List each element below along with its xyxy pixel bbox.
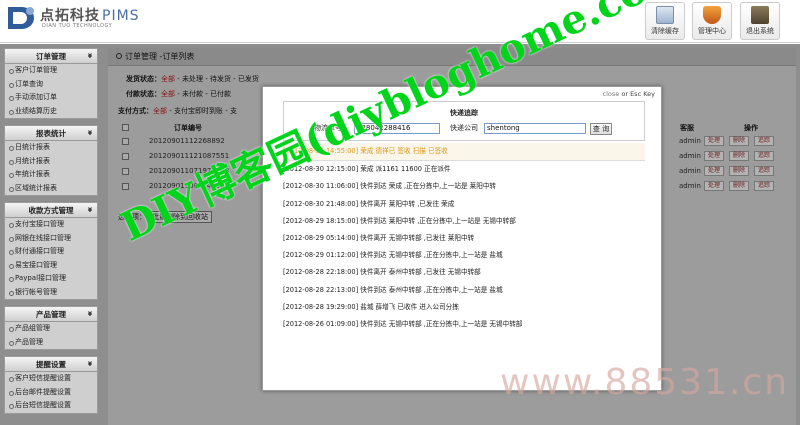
sidebar-group-products: 产品管理 ¥ 产品组管理 产品管理 [4,306,98,350]
sidebar-item[interactable]: 产品管理 [5,336,97,350]
list-item: [2012-08-30 14:55:00] 荣成 德祥已 签收 扫描 已签收 [283,143,645,161]
process-button[interactable]: 处理 [704,151,724,161]
sidebar-item[interactable]: 财付通接口管理 [5,245,97,259]
query-button[interactable]: 查 询 [590,123,612,135]
app-header: 点拓科技 PIMS DIAN TUO TECHNOLOGY 清除缓存 管理中心 退… [0,0,800,43]
chevron-down-icon: ¥ [87,207,92,214]
chevron-down-icon: ¥ [87,53,92,60]
sidebar-item[interactable]: 支付宝接口管理 [5,218,97,232]
batch-actions: 选中项： 批量删除到回收站 [118,211,212,223]
row-checkbox[interactable] [122,168,129,175]
list-item: [2012-08-28 19:29:00] 盐城 薛增飞 已收件 进入公司分拣 [283,302,459,311]
batch-delete-button[interactable]: 批量删除到回收站 [148,211,212,223]
sidebar-item[interactable]: 产品组管理 [5,322,97,336]
sidebar-item[interactable]: 银行帐号管理 [5,286,97,300]
admin-center-button[interactable]: 管理中心 [692,2,732,40]
cache-clear-icon [656,6,674,24]
process-button[interactable]: 处理 [704,181,724,191]
sidebar-item[interactable]: 后台短信提醒设置 [5,399,97,413]
sidebar-item[interactable]: 订单查询 [5,78,97,92]
filter-all-link[interactable]: 全部 [161,75,175,83]
list-item: [2012-08-28 22:18:00] 快件离开 泰州中转部 ,已发往 无锡… [283,268,481,277]
delete-button[interactable]: 删除 [729,151,749,161]
sidebar-item[interactable]: 年统计报表 [5,168,97,182]
page-title: 订单管理 -订单列表 [108,48,796,66]
delete-button[interactable]: 删除 [729,166,749,176]
filter-payment-method: 支付方式：全部 - 支付宝即时到账 - 支 [118,107,237,115]
track-button[interactable]: 追踪 [754,166,774,176]
order-number-label: 物流单号： [314,124,349,132]
sidebar-item[interactable]: Paypal接口管理 [5,272,97,286]
list-item: [2012-08-30 12:15:00] 荣成 派1161 11600 正在派… [283,165,451,174]
sidebar-item[interactable]: 日统计报表 [5,141,97,155]
delete-button[interactable]: 删除 [729,136,749,146]
sidebar-item[interactable]: 手动添加订单 [5,91,97,105]
filter-all-link[interactable]: 全部 [161,90,175,98]
chevron-down-icon: ¥ [87,311,92,318]
logout-button[interactable]: 退出系统 [740,2,780,40]
list-item: [2012-08-29 18:15:00] 快件到达 莱阳中转 ,正在分拣中,上… [283,216,516,225]
select-all-checkbox[interactable] [122,124,129,131]
app-title: 点拓科技 PIMS [40,8,140,24]
sidebar-item[interactable]: 客户订单管理 [5,64,97,78]
chevron-down-icon: ¥ [87,130,92,137]
courier-input[interactable]: shentong [484,123,586,134]
track-button[interactable]: 追踪 [754,136,774,146]
delete-button[interactable]: 删除 [729,181,749,191]
shield-icon [703,6,721,24]
filter-payment-status: 付款状态：全部 - 未付款 - 已付款 [126,90,231,98]
filter-shipping: 发货状态：全部 - 未处理 - 待发货 - 已发货 [126,75,259,83]
row-checkbox[interactable] [122,138,129,145]
process-button[interactable]: 处理 [704,166,724,176]
sidebar-item[interactable]: 易宝接口管理 [5,259,97,273]
logo-icon [8,7,34,29]
sidebar-group-reports: 报表统计 ¥ 日统计报表 月统计报表 年统计报表 区域统计报表 [4,125,98,196]
list-item: [2012-08-28 22:13:00] 快件到达 泰州中转部 ,正在分拣中,… [283,285,503,294]
sidebar-item[interactable]: 网银在线接口管理 [5,232,97,246]
track-button[interactable]: 追踪 [754,181,774,191]
tracking-list: [2012-08-30 14:55:00] 荣成 德祥已 签收 扫描 已签收 [… [283,143,645,333]
sidebar-item[interactable]: 客户短信提醒设置 [5,372,97,386]
chevron-down-icon: ¥ [87,361,92,368]
list-item: [2012-08-29 01:12:00] 快件到达 无锡中转部 ,正在分拣中,… [283,251,503,260]
sidebar-group-payment: 收款方式管理 ¥ 支付宝接口管理 网银在线接口管理 财付通接口管理 易宝接口管理 … [4,202,98,300]
list-item: [2012-08-26 01:09:00] 快件到达 无锡中转部 ,正在分拣中,… [283,319,523,328]
tracking-form: 快递追踪 物流单号： 728042288416 快递公司 shentong 查 … [283,101,645,141]
list-item: [2012-08-30 21:48:00] 快件离开 莱阳中转 ,已发往 荣成 [283,199,455,208]
track-button[interactable]: 追踪 [754,151,774,161]
modal-title: 快递追踪 [450,109,478,117]
clear-cache-button[interactable]: 清除缓存 [645,2,685,40]
sidebar-group-header[interactable]: 提醒设置 ¥ [5,357,97,372]
list-item: [2012-08-30 11:06:00] 快件到达 荣成 ,正在分拣中,上一站… [283,182,497,191]
row-checkbox[interactable] [122,183,129,190]
tracking-modal: close or Esc Key 快递追踪 物流单号： 728042288416… [262,86,662,391]
sidebar-group-orders: 订单管理 ¥ 客户订单管理 订单查询 手动添加订单 业绩结算历史 [4,48,98,119]
sidebar-group-reminders: 提醒设置 ¥ 客户短信提醒设置 后台邮件提醒设置 后台短信提醒设置 [4,356,98,414]
sidebar-group-header[interactable]: 收款方式管理 ¥ [5,203,97,218]
sidebar: 订单管理 ¥ 客户订单管理 订单查询 手动添加订单 业绩结算历史 报表统计 ¥ 日统… [4,48,98,425]
tracking-number-input[interactable]: 728042288416 [354,123,440,134]
process-button[interactable]: 处理 [704,136,724,146]
sidebar-group-header[interactable]: 产品管理 ¥ [5,307,97,322]
sidebar-item[interactable]: 后台邮件提醒设置 [5,386,97,400]
filter-all-link[interactable]: 全部 [153,107,167,115]
sidebar-group-header[interactable]: 报表统计 ¥ [5,126,97,141]
courier-label: 快递公司 [450,124,478,132]
exit-icon [751,6,769,24]
sidebar-item[interactable]: 业绩结算历史 [5,105,97,119]
modal-close[interactable]: close or Esc Key [603,90,655,98]
sidebar-item[interactable]: 月统计报表 [5,155,97,169]
sidebar-item[interactable]: 区域统计报表 [5,182,97,196]
app-subtitle: DIAN TUO TECHNOLOGY [42,23,113,29]
row-checkbox[interactable] [122,153,129,160]
sidebar-group-header[interactable]: 订单管理 ¥ [5,49,97,64]
list-item: [2012-08-29 05:14:00] 快件离开 无锡中转部 ,已发往 莱阳… [283,233,475,242]
circle-bullet-icon [116,53,122,59]
